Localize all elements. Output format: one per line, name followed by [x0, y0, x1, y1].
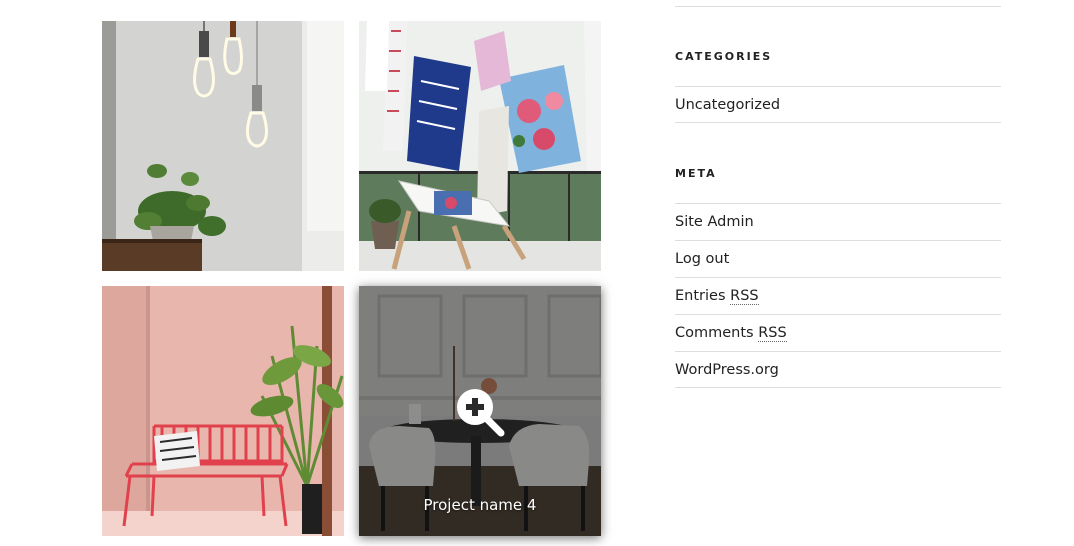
comments-rss-link[interactable]: Comments RSS	[675, 325, 787, 342]
wordpress-org-link[interactable]: WordPress.org	[675, 362, 779, 378]
gallery-item-pink-room[interactable]	[102, 286, 344, 536]
pink-room-image	[102, 286, 344, 536]
list-item: Comments RSS	[675, 314, 1001, 351]
portfolio-gallery: Project name 4	[102, 21, 602, 537]
tea-towels-image	[359, 21, 601, 271]
zoom-in-icon[interactable]	[454, 386, 506, 438]
list-item: Uncategorized	[675, 86, 1001, 123]
list-item: Entries RSS	[675, 277, 1001, 314]
site-admin-link[interactable]: Site Admin	[675, 214, 754, 230]
gallery-item-pendant-bulbs[interactable]	[102, 21, 344, 271]
comments-rss-label: Comments	[675, 325, 759, 341]
categories-list: Uncategorized	[675, 86, 1001, 123]
categories-widget-title: CATEGORIES	[675, 50, 773, 63]
pendant-bulbs-image	[102, 21, 344, 271]
entries-rss-label: Entries	[675, 288, 731, 304]
meta-list: Site Admin Log out Entries RSS Comments …	[675, 203, 1001, 388]
project-caption: Project name 4	[423, 496, 537, 514]
meta-widget-title: META	[675, 167, 717, 180]
rss-abbr: RSS	[730, 288, 759, 305]
list-item: Log out	[675, 240, 1001, 277]
category-link-uncategorized[interactable]: Uncategorized	[675, 97, 780, 113]
entries-rss-link[interactable]: Entries RSS	[675, 288, 759, 305]
log-out-link[interactable]: Log out	[675, 251, 729, 267]
rss-abbr: RSS	[758, 325, 787, 342]
list-item: Site Admin	[675, 203, 1001, 240]
gallery-item-project-4[interactable]: Project name 4	[359, 286, 601, 536]
gallery-item-tea-towels[interactable]	[359, 21, 601, 271]
divider	[675, 6, 1001, 7]
list-item: WordPress.org	[675, 351, 1001, 388]
